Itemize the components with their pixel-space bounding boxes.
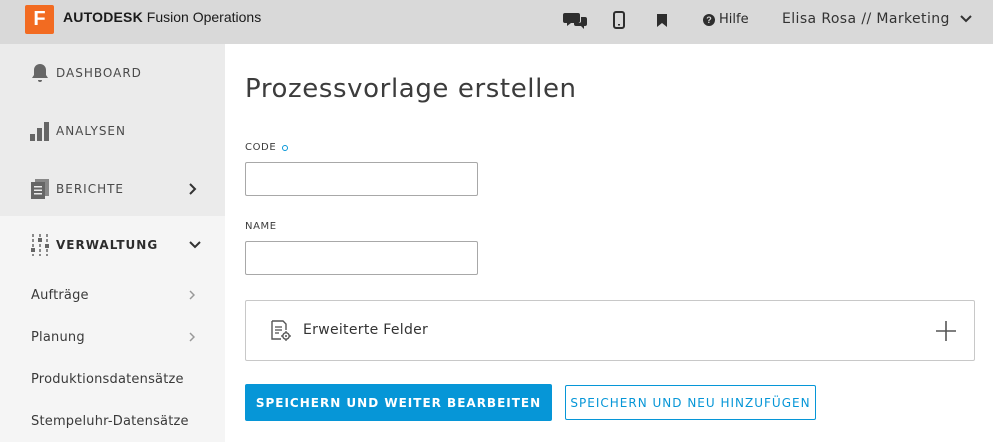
sidebar-item-dashboard[interactable]: DASHBOARD [0, 44, 225, 102]
help-icon: ? [703, 13, 715, 26]
sidebar-item-berichte[interactable]: BERICHTE [0, 160, 225, 218]
sidebar-item-analysen[interactable]: ANALYSEN [0, 102, 225, 160]
chevron-down-icon [960, 15, 972, 23]
user-menu[interactable]: Elisa Rosa // Marketing [782, 11, 972, 27]
bell-icon [30, 63, 50, 83]
reports-icon [30, 179, 50, 199]
name-input[interactable] [245, 241, 478, 275]
code-input[interactable] [245, 162, 478, 196]
sidebar: DASHBOARD ANALYSEN BERICHTE VERWALTUNG A… [0, 44, 225, 442]
code-label-text: CODE [245, 142, 277, 153]
sliders-icon [30, 234, 50, 256]
help-label: Hilfe [719, 12, 749, 27]
user-label: Elisa Rosa // Marketing [782, 11, 950, 27]
sidebar-subitem-stempeluhr-datensaetze[interactable]: Stempeluhr-Datensätze [0, 400, 225, 442]
save-and-continue-button[interactable]: SPEICHERN UND WEITER BEARBEITEN [245, 384, 552, 421]
extended-fields-panel[interactable]: Erweiterte Felder [245, 300, 975, 361]
brand-bold: AUTODESK [63, 9, 143, 25]
sidebar-item-label: ANALYSEN [56, 124, 126, 138]
help-link[interactable]: ? Hilfe [703, 12, 749, 27]
name-label: NAME [245, 221, 277, 232]
chevron-right-icon [189, 183, 197, 195]
sidebar-subitem-produktionsdatensaetze[interactable]: Produktionsdatensätze [0, 358, 225, 400]
bookmark-icon[interactable] [655, 10, 669, 30]
plus-icon[interactable] [935, 320, 957, 346]
sidebar-subitem-label: Stempeluhr-Datensätze [31, 413, 189, 429]
sidebar-subitem-label: Planung [31, 329, 85, 345]
sidebar-item-label: VERWALTUNG [56, 238, 159, 252]
chevron-right-icon [189, 290, 195, 300]
chevron-down-icon [189, 241, 201, 249]
top-bar: F AUTODESK Fusion Operations ? Hilfe Eli… [0, 0, 993, 44]
bar-chart-icon [30, 121, 50, 141]
save-and-add-new-button[interactable]: SPEICHERN UND NEU HINZUFÜGEN [565, 385, 816, 420]
fusion-logo[interactable]: F [25, 5, 54, 34]
sidebar-item-label: DASHBOARD [56, 66, 142, 80]
code-label: CODE [245, 142, 289, 153]
sidebar-item-verwaltung[interactable]: VERWALTUNG [0, 216, 225, 274]
required-indicator-icon [282, 144, 289, 151]
brand-product: Fusion Operations [142, 9, 262, 25]
mobile-icon[interactable] [612, 10, 626, 30]
sidebar-submenu: Aufträge Planung Produktionsdatensätze S… [0, 274, 225, 442]
page-title: Prozessvorlage erstellen [245, 74, 577, 104]
sidebar-subitem-planung[interactable]: Planung [0, 316, 225, 358]
brand-name: AUTODESK Fusion Operations [63, 9, 261, 25]
form-settings-icon [270, 320, 292, 346]
extended-fields-label: Erweiterte Felder [303, 322, 429, 338]
sidebar-subitem-auftraege[interactable]: Aufträge [0, 274, 225, 316]
chat-icon[interactable] [563, 10, 587, 30]
chevron-right-icon [189, 332, 195, 342]
sidebar-subitem-label: Aufträge [31, 287, 89, 303]
sidebar-subitem-label: Produktionsdatensätze [31, 371, 184, 387]
sidebar-item-label: BERICHTE [56, 182, 125, 196]
